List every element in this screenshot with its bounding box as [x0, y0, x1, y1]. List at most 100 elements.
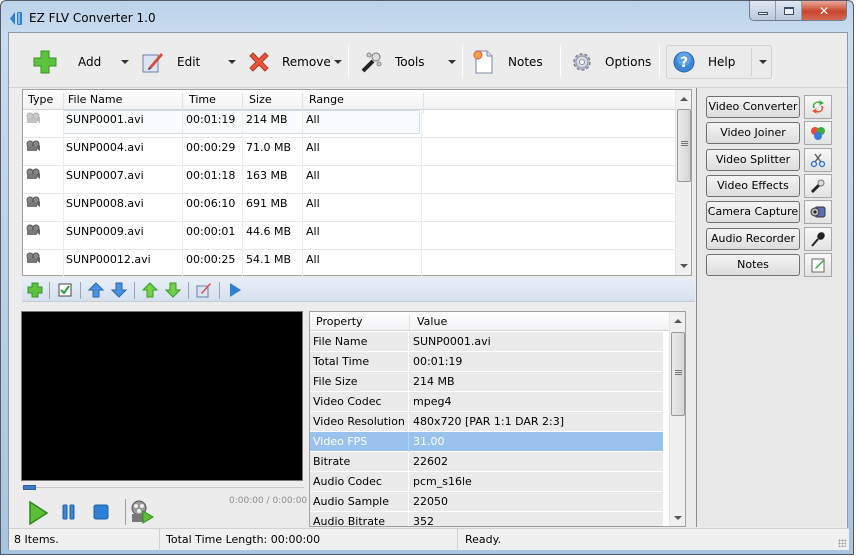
remove-dropdown-arrow[interactable] [334, 60, 342, 64]
scroll-up-icon[interactable] [674, 319, 682, 323]
edit-dropdown-arrow[interactable] [228, 60, 236, 64]
move-top-icon[interactable] [142, 282, 158, 298]
tools-label: Tools [395, 55, 425, 69]
webcam-icon[interactable] [804, 200, 832, 224]
edit-icon[interactable] [196, 282, 212, 298]
camera-capture-button[interactable]: Camera Capture [706, 201, 800, 223]
column-header-property[interactable]: Property [316, 315, 363, 328]
scissors-icon[interactable] [804, 148, 832, 172]
options-label: Options [605, 55, 652, 69]
cell-divider [242, 250, 243, 278]
scroll-up-icon[interactable] [680, 97, 688, 101]
pause-icon[interactable] [62, 504, 76, 520]
column-header-size[interactable]: Size [249, 93, 272, 106]
maximize-button[interactable] [776, 1, 802, 20]
property-value: pcm_s16le [413, 475, 472, 488]
help-dropdown-arrow[interactable] [759, 60, 767, 64]
column-header-type[interactable]: Type [28, 93, 53, 106]
column-header-file-name[interactable]: File Name [68, 93, 122, 106]
video-splitter-button[interactable]: Video Splitter [706, 149, 800, 171]
minimize-button[interactable] [750, 1, 776, 20]
title-bar[interactable]: EZ FLV Converter 1.0 ✕ [1, 1, 853, 33]
property-row[interactable]: Audio Bitrate 352 [310, 512, 663, 526]
property-row[interactable]: Audio Sample 22050 [310, 492, 663, 512]
edit-pencil-icon [142, 53, 163, 73]
add-button[interactable]: Add [33, 46, 101, 78]
close-button[interactable]: ✕ [802, 1, 846, 20]
play-icon[interactable] [227, 282, 243, 298]
file-row[interactable]: SUNP0008.avi 00:06:10 691 MB All [23, 194, 676, 222]
scroll-thumb[interactable] [677, 109, 691, 182]
property-row[interactable]: File Size 214 MB [310, 372, 663, 392]
scroll-down-icon[interactable] [674, 516, 682, 520]
status-divider [159, 529, 160, 551]
resize-grip[interactable] [838, 539, 846, 547]
file-list-scrollbar[interactable] [675, 90, 691, 275]
property-row[interactable]: Video FPS 31.00 [310, 432, 663, 452]
property-row[interactable]: Bitrate 22602 [310, 452, 663, 472]
property-row[interactable]: File Name SUNP0001.avi [310, 332, 663, 352]
property-row[interactable]: Video Resolution 480x720 [PAR 1:1 DAR 2:3… [310, 412, 663, 432]
notes-button[interactable]: Notes [472, 46, 543, 78]
cell-divider [302, 250, 303, 278]
tools-button[interactable]: Tools [360, 46, 425, 78]
property-row[interactable]: Audio Codec pcm_s16le [310, 472, 663, 492]
scroll-down-icon[interactable] [680, 264, 688, 268]
file-range: All [306, 225, 320, 238]
film-reel-play-icon[interactable] [129, 499, 155, 525]
file-row[interactable]: SUNP0001.avi 00:01:19 214 MB All [23, 110, 676, 138]
edit-button[interactable]: Edit [141, 46, 200, 78]
help-split-divider [751, 48, 752, 76]
move-up-icon[interactable] [88, 282, 104, 298]
grip-line [681, 143, 688, 144]
video-camera-icon [26, 252, 40, 263]
convert-arrows-icon[interactable] [804, 95, 832, 119]
property-grid-header: Property Value [310, 312, 670, 335]
cell-divider [182, 166, 183, 194]
move-down-icon[interactable] [111, 282, 127, 298]
file-row[interactable]: SUNP0009.avi 00:00:01 44.6 MB All [23, 222, 676, 250]
video-joiner-button[interactable]: Video Joiner [706, 122, 800, 144]
file-size: 163 MB [246, 169, 288, 182]
seek-bar[interactable] [22, 484, 304, 490]
property-row[interactable]: Video Codec mpeg4 [310, 392, 663, 412]
cell-divider [63, 138, 64, 166]
video-converter-button[interactable]: Video Converter [706, 96, 800, 118]
play-icon[interactable] [27, 500, 49, 526]
file-row[interactable]: SUNP0004.avi 00:00:29 71.0 MB All [23, 138, 676, 166]
check-all-icon[interactable] [57, 282, 73, 298]
property-scrollbar[interactable] [669, 312, 685, 526]
add-dropdown-arrow[interactable] [121, 60, 129, 64]
magic-wand-icon[interactable] [804, 174, 832, 198]
app-window: EZ FLV Converter 1.0 ✕ Add Edit Remove T… [0, 0, 854, 555]
cell-divider [63, 166, 64, 194]
property-key: Bitrate [313, 455, 351, 468]
cell-divider [302, 222, 303, 250]
cell-divider [63, 222, 64, 250]
add-icon[interactable] [27, 282, 43, 298]
scroll-thumb[interactable] [671, 332, 685, 416]
microphone-icon[interactable] [804, 227, 832, 251]
note-edit-icon[interactable] [804, 253, 832, 277]
help-button-content[interactable]: ? Help [673, 46, 735, 78]
property-row[interactable]: Total Time 00:01:19 [310, 352, 663, 372]
video-preview[interactable] [21, 311, 303, 481]
column-header-value[interactable]: Value [417, 315, 447, 328]
file-size: 44.6 MB [246, 225, 292, 238]
tools-dropdown-arrow[interactable] [448, 60, 456, 64]
file-time: 00:00:25 [186, 253, 236, 266]
file-row[interactable]: SUNP0007.avi 00:01:18 163 MB All [23, 166, 676, 194]
move-bottom-icon[interactable] [165, 282, 181, 298]
seek-thumb[interactable] [23, 485, 36, 490]
file-row[interactable]: SUNP00012.avi 00:00:25 54.1 MB All [23, 250, 676, 278]
remove-button[interactable]: Remove [247, 46, 331, 78]
joiner-circles-icon[interactable] [804, 121, 832, 145]
notes-panel-button[interactable]: Notes [706, 254, 800, 276]
options-button[interactable]: Options [570, 46, 651, 78]
column-header-time[interactable]: Time [189, 93, 216, 106]
audio-recorder-button[interactable]: Audio Recorder [706, 228, 800, 250]
stop-icon[interactable] [93, 504, 109, 520]
property-value: 214 MB [413, 375, 455, 388]
video-effects-button[interactable]: Video Effects [706, 175, 800, 197]
column-header-range[interactable]: Range [309, 93, 344, 106]
